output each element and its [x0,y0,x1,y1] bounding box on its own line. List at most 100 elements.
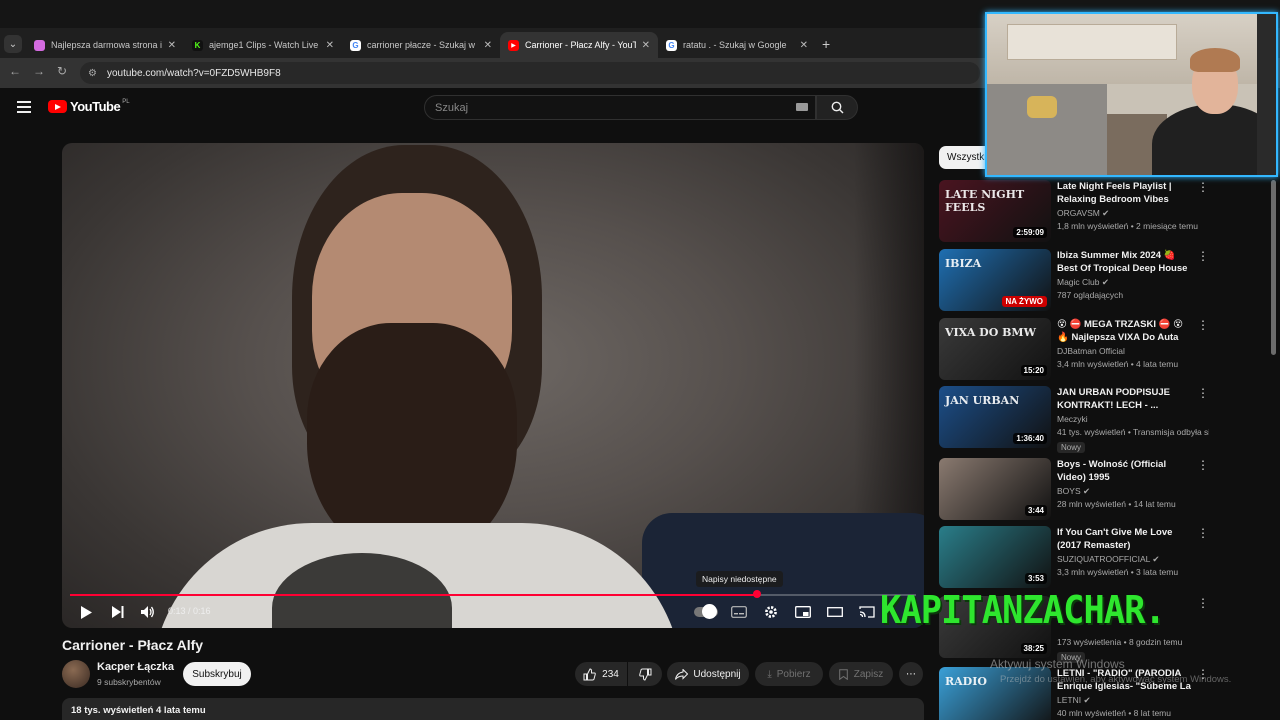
like-button[interactable]: 234 [575,662,627,686]
subtitles-button[interactable] [730,604,748,620]
progress-bar[interactable] [70,590,916,598]
video-thumbnail[interactable]: 3:44 [939,458,1051,520]
browser-tab-2[interactable]: K ajemge1 Clips - Watch Live on Kick ✕ [184,32,342,58]
more-vert-icon[interactable]: ⋮ [1197,249,1209,263]
webcam-kitchen-cabinets [1007,24,1177,60]
recommended-video[interactable]: JAN URBAN 1:36:40 JAN URBAN PODPISUJE KONT… [939,386,1209,453]
save-button[interactable]: Zapisz [829,662,893,686]
video-thumbnail[interactable]: 3:53 [939,526,1051,588]
tab-label: carrioner płacze - Szukaj w Google [367,40,478,50]
share-button[interactable]: Udostępnij [667,662,749,686]
video-duration: 1:36:40 [1013,433,1047,444]
new-tab-button[interactable]: + [822,36,830,52]
video-duration: 15:20 [1020,365,1047,376]
video-meta: 173 wyświetlenia • 8 godzin temu [1057,637,1183,647]
thumbnail-text: RADIO [945,675,987,688]
youtube-favicon: ▶ [508,39,519,51]
share-icon [675,668,689,680]
settings-button[interactable] [762,604,780,620]
video-title[interactable]: 😵 ⛔ MEGA TRZASKI ⛔ 😵 🔥 Najlepsza VIXA Do… [1057,318,1197,344]
channel-name[interactable]: Meczyki [1057,414,1088,424]
channel-name[interactable]: BOYS ✔ [1057,486,1090,497]
browser-tab-5[interactable]: G ratatu . - Szukaj w Google ✕ [658,32,816,58]
back-icon[interactable]: ← [9,64,21,78]
video-thumbnail[interactable]: LATE NIGHT FEELS 2:59:09 [939,180,1051,242]
close-icon[interactable]: ✕ [800,40,808,51]
recommended-video[interactable]: VIXA DO BMW 15:20 😵 ⛔ MEGA TRZASKI ⛔ 😵 🔥 N… [939,318,1209,382]
more-vert-icon[interactable]: ⋮ [1197,596,1209,610]
channel-name[interactable]: DJBatman Official [1057,346,1125,356]
like-count: 234 [602,668,619,680]
subscriber-count: 9 subskrybentów [97,677,161,687]
channel-name[interactable]: ORGAVSM ✔ [1057,208,1109,219]
search-input[interactable]: Szukaj [424,95,816,120]
video-thumbnail[interactable]: IBIZA NA ŻYWO [939,249,1051,311]
miniplayer-icon [795,606,811,618]
more-actions-button[interactable]: ⋯ [899,662,923,686]
video-title[interactable]: JAN URBAN PODPISUJE KONTRAKT! LECH - ... [1057,386,1197,412]
sidebar-scrollbar[interactable] [1271,180,1276,355]
video-meta: 28 mln wyświetleń • 14 lat temu [1057,499,1176,509]
url-field[interactable]: ⚙ youtube.com/watch?v=0FZD5WHB9F8 [80,62,980,84]
channel-name[interactable]: Kacper Łączka [97,661,174,673]
windows-activation-subtitle: Przejdź do ustawień, aby aktywować syste… [1000,674,1232,685]
video-meta: 40 mln wyświetleń • 8 lat temu [1057,708,1171,718]
download-button[interactable]: ⤓ Pobierz [755,662,823,686]
recommended-video[interactable]: IBIZA NA ŻYWO Ibiza Summer Mix 2024 🍓 Best… [939,249,1209,313]
volume-button[interactable] [140,604,156,620]
more-vert-icon[interactable]: ⋮ [1197,458,1209,472]
video-title[interactable]: Boys - Wolność (Official Video) 1995 [1057,458,1197,484]
thumbnail-text: LATE NIGHT FEELS [945,188,1025,214]
video-thumbnail[interactable]: VIXA DO BMW 15:20 [939,318,1051,380]
cast-button[interactable] [858,604,876,620]
more-vert-icon[interactable]: ⋮ [1197,180,1209,194]
channel-name[interactable]: Magic Club ✔ [1057,277,1109,288]
video-title[interactable]: Late Night Feels Playlist | Relaxing Bed… [1057,180,1197,206]
subscribe-button[interactable]: Subskrybuj [183,662,251,686]
video-meta: 1,8 mln wyświetleń • 2 miesiące temu [1057,221,1198,231]
recommended-video[interactable]: LATE NIGHT FEELS 2:59:09 Late Night Feels … [939,180,1209,244]
next-button[interactable] [110,604,126,620]
recommended-video[interactable]: 3:44 Boys - Wolność (Official Video) 1995… [939,458,1209,522]
miniplayer-button[interactable] [794,604,812,620]
thumbnail-text: IBIZA [945,257,982,270]
video-meta: 3,3 mln wyświetleń • 3 lata temu [1057,567,1179,577]
video-title[interactable]: Ibiza Summer Mix 2024 🍓 Best Of Tropical… [1057,249,1197,275]
browser-tab-1[interactable]: Najlepsza darmowa strona i aplikacja ✕ [26,32,184,58]
url-text: youtube.com/watch?v=0FZD5WHB9F8 [106,67,281,79]
browser-tab-3[interactable]: G carrioner płacze - Szukaj w Google ✕ [342,32,500,58]
recommended-video[interactable]: 3:53 If You Can't Give Me Love (2017 Rema… [939,526,1209,590]
browser-tab-4-active[interactable]: ▶ Carrioner - Płacz Alfy - YouTube ✕ [500,32,658,58]
close-icon[interactable]: ✕ [168,40,176,51]
keyboard-icon[interactable] [796,103,808,111]
youtube-logo[interactable]: YouTube PL [48,99,130,114]
more-vert-icon[interactable]: ⋮ [1197,386,1209,400]
site-info-icon[interactable]: ⚙ [88,68,97,79]
video-player[interactable] [62,143,924,628]
video-title[interactable]: If You Can't Give Me Love (2017 Remaster… [1057,526,1197,552]
channel-name[interactable]: LETNI ✔ [1057,695,1091,706]
more-vert-icon[interactable]: ⋮ [1197,318,1209,332]
more-vert-icon[interactable]: ⋮ [1197,526,1209,540]
reload-icon[interactable]: ↻ [57,64,67,78]
close-icon[interactable]: ✕ [484,40,492,51]
new-badge: Nowy [1057,442,1086,453]
tab-label: ajemge1 Clips - Watch Live on Kick [209,40,320,50]
channel-avatar[interactable] [62,660,90,688]
cast-icon [859,606,875,618]
logo-wordmark: YouTube [70,99,121,114]
search-button[interactable] [816,95,858,120]
tab-search-button[interactable]: ⌄ [4,35,22,53]
close-icon[interactable]: ✕ [642,40,650,51]
play-icon [81,605,92,619]
theater-button[interactable] [826,604,844,620]
channel-name[interactable]: SUZIQUATROOFFICIAL ✔ [1057,554,1160,565]
dislike-button[interactable] [628,662,662,686]
forward-icon[interactable]: → [33,64,45,78]
video-thumbnail[interactable]: JAN URBAN 1:36:40 [939,386,1051,448]
play-button[interactable] [78,604,94,620]
close-icon[interactable]: ✕ [326,40,334,51]
next-icon [112,606,124,618]
menu-icon[interactable] [17,101,31,116]
youtube-play-icon [48,100,67,113]
